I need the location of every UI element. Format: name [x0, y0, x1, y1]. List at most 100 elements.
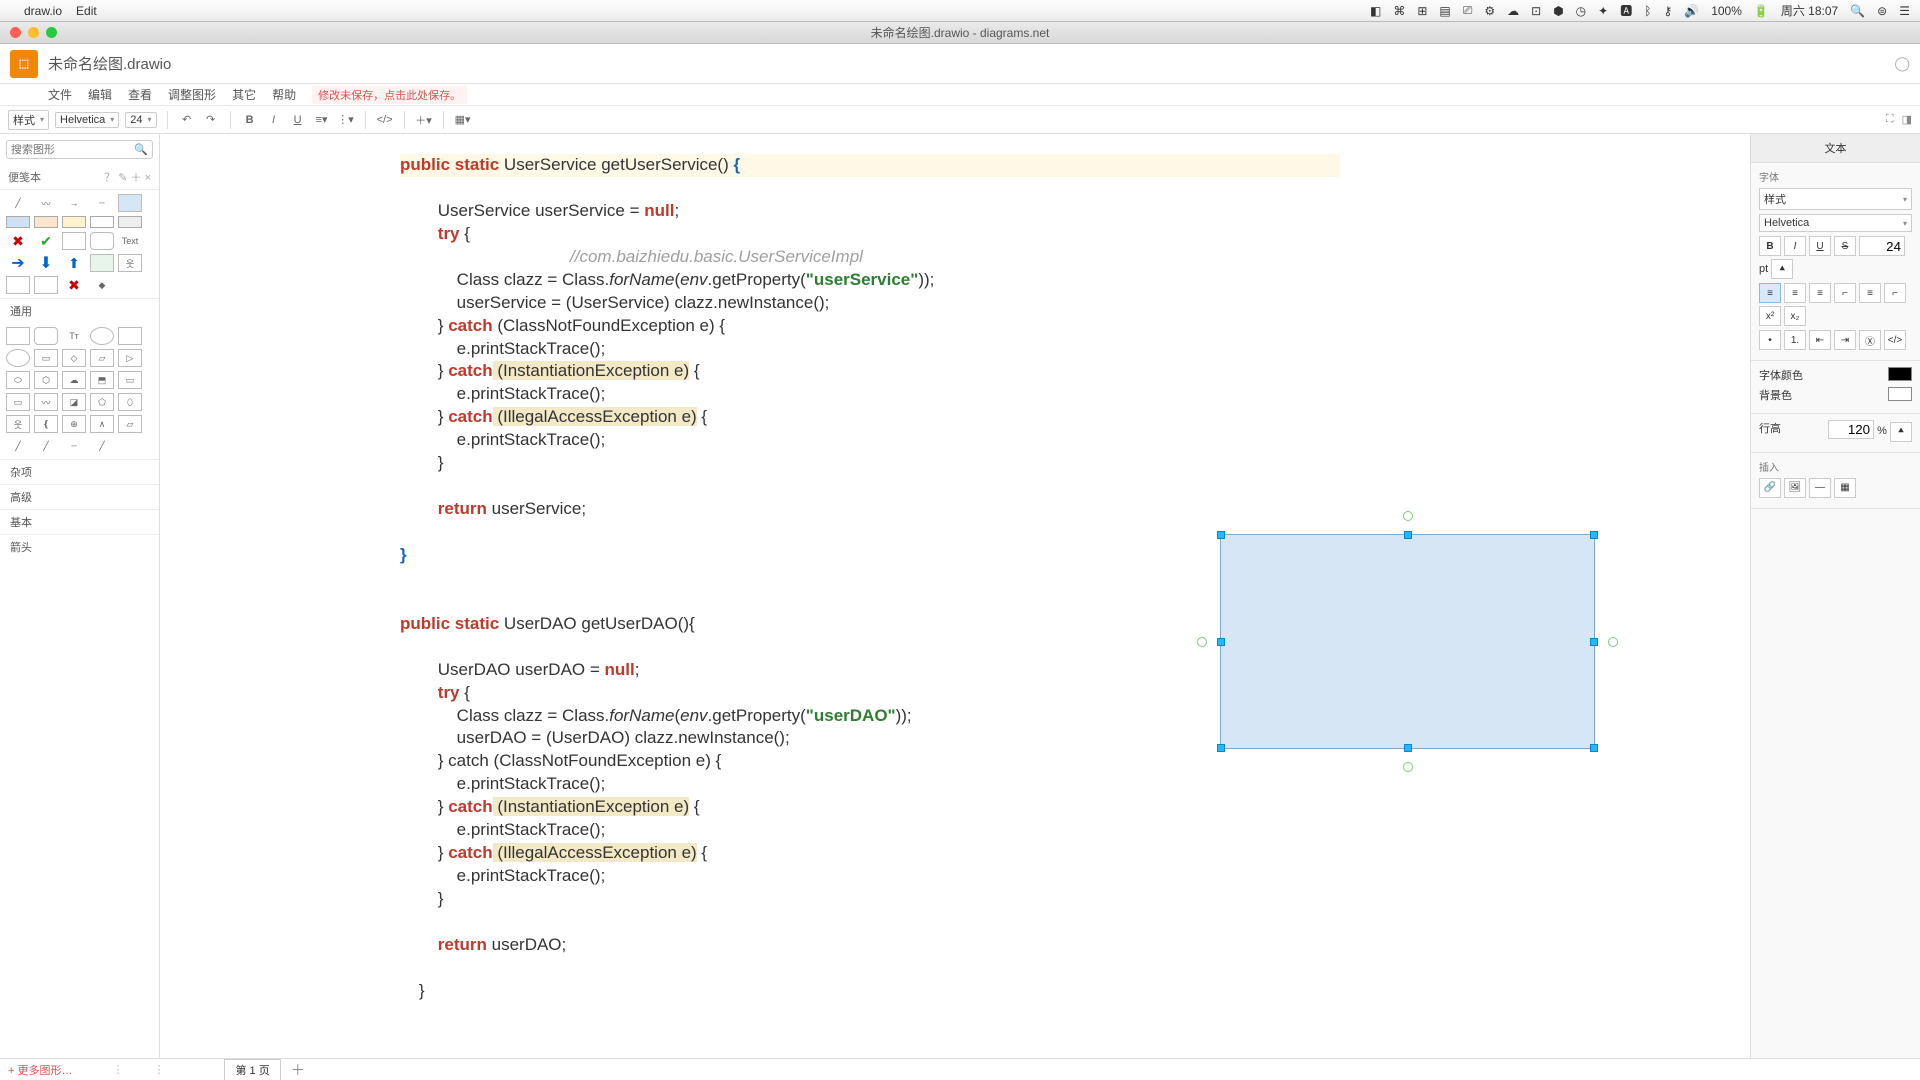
bold-toggle[interactable]: B	[1759, 236, 1781, 256]
more-shapes-link[interactable]: + 更多图形…	[8, 1062, 72, 1078]
menu-help[interactable]: 帮助	[272, 86, 296, 103]
page-tab-1[interactable]: 第 1 页	[224, 1059, 280, 1080]
shape-note[interactable]	[34, 276, 58, 294]
shape-rounded[interactable]	[90, 232, 114, 250]
gshape-cylinder[interactable]: ⬭	[6, 371, 30, 389]
status-icon[interactable]: ▤	[1439, 4, 1450, 18]
gshape-text[interactable]: Tᴛ	[62, 327, 86, 345]
pages-menu[interactable]: ⋮	[153, 1063, 164, 1076]
search-shapes[interactable]: 🔍	[6, 140, 153, 159]
account-icon[interactable]: ◯	[1894, 55, 1910, 72]
format-panel-icon[interactable]: ◨	[1902, 113, 1912, 126]
resize-handle-tl[interactable]	[1217, 531, 1225, 539]
shape-arrow-right[interactable]: ➔	[6, 254, 30, 272]
style-select[interactable]: 样式	[8, 110, 49, 130]
volume-icon[interactable]: 🔊	[1684, 4, 1699, 18]
gshape-circle[interactable]	[6, 349, 30, 367]
mac-edit[interactable]: Edit	[76, 4, 97, 18]
search-input[interactable]	[11, 144, 134, 156]
shape-rect-blue[interactable]	[118, 194, 142, 212]
indent-inc[interactable]: ⇥	[1834, 330, 1856, 350]
insert-image[interactable]: 🖼	[1784, 478, 1806, 498]
halign-left[interactable]: ≡	[1759, 283, 1781, 303]
gshape-hexagon[interactable]: ⬡	[34, 371, 58, 389]
gshape-actor2[interactable]: 웃	[6, 415, 30, 433]
shape-actor[interactable]: 웃	[118, 254, 142, 272]
lineheight-stepper[interactable]: ⯅	[1890, 422, 1912, 442]
gshape-card2[interactable]: ▭	[6, 393, 30, 411]
selected-rectangle-shape[interactable]	[1220, 534, 1595, 749]
battery-icon[interactable]: 🔋	[1754, 4, 1769, 18]
status-icon[interactable]: ⚙	[1484, 4, 1495, 18]
halign-right[interactable]: ≡	[1809, 283, 1831, 303]
insert-table[interactable]: ▦	[1834, 478, 1856, 498]
spotlight-icon[interactable]: 🔍	[1850, 4, 1865, 18]
status-icon[interactable]: ⌘	[1393, 4, 1405, 18]
status-icon[interactable]: ✦	[1598, 4, 1608, 18]
gshape-and[interactable]: ∧	[90, 415, 114, 433]
status-icon[interactable]: ◷	[1576, 4, 1586, 18]
category-arrow[interactable]: 箭头	[0, 534, 159, 559]
resize-handle-tr[interactable]	[1590, 531, 1598, 539]
shape-rect[interactable]	[62, 232, 86, 250]
resize-handle-br[interactable]	[1590, 744, 1598, 752]
bgcolor-swatch[interactable]	[1888, 387, 1912, 401]
gshape-rect[interactable]	[6, 327, 30, 345]
wifi-icon[interactable]: ⚷	[1663, 4, 1672, 18]
status-icon[interactable]: ⊡	[1531, 4, 1541, 18]
menu-extras[interactable]: 其它	[232, 86, 256, 103]
shape-text[interactable]: Text	[118, 232, 142, 250]
minimize-icon[interactable]	[28, 27, 39, 38]
redo-button[interactable]: ↷	[202, 111, 220, 129]
align-button[interactable]: ≡▾	[313, 111, 331, 129]
shape-card[interactable]	[6, 276, 30, 294]
gshape-dline[interactable]: ┄	[62, 437, 86, 455]
italic-toggle[interactable]: I	[1784, 236, 1806, 256]
zoom-icon[interactable]	[46, 27, 57, 38]
shape-check[interactable]: ✔	[34, 232, 58, 250]
gshape-triangle[interactable]: ▷	[118, 349, 142, 367]
gshape-curly[interactable]: ❴	[34, 415, 58, 433]
gshape-cloud[interactable]: ☁	[62, 371, 86, 389]
scratchpad-header[interactable]: 便笺本 ？ ✎ ＋ ×	[0, 165, 159, 190]
resize-handle-mr[interactable]	[1590, 638, 1598, 646]
underline-button[interactable]: U	[289, 111, 307, 129]
shape-line[interactable]: ╱	[6, 194, 30, 212]
list-bullet[interactable]: •	[1759, 330, 1781, 350]
swatch-white[interactable]	[90, 216, 114, 228]
fontsize-input[interactable]	[1859, 236, 1905, 256]
menu-view[interactable]: 查看	[128, 86, 152, 103]
shape-arrow-down[interactable]: ⬇	[34, 254, 58, 272]
status-icon[interactable]: ◧	[1370, 4, 1381, 18]
list-number[interactable]: 1.	[1784, 330, 1806, 350]
gshape-ellipse[interactable]	[90, 327, 114, 345]
search-icon[interactable]: 🔍	[134, 143, 148, 156]
gshape-line2[interactable]: ╱	[34, 437, 58, 455]
gshape-diamond[interactable]: ◇	[62, 349, 86, 367]
shape-curve[interactable]: 〰	[34, 194, 58, 212]
shape-x2[interactable]: ✖	[62, 276, 86, 294]
status-icon[interactable]: ⎚	[1463, 3, 1473, 18]
clear-format[interactable]: Ⓧ	[1859, 330, 1881, 350]
notification-icon[interactable]: ☰	[1899, 4, 1910, 18]
shape-arrow-line[interactable]: →	[62, 194, 86, 212]
table-button[interactable]: ▦▾	[454, 111, 472, 129]
menu-edit[interactable]: 编辑	[88, 86, 112, 103]
resize-handle-bl[interactable]	[1217, 744, 1225, 752]
fullscreen-icon[interactable]: ⛶	[1886, 113, 1894, 126]
resize-handle-tm[interactable]	[1404, 531, 1412, 539]
gshape-data[interactable]: ▱	[118, 415, 142, 433]
gshape-line3[interactable]: ╱	[90, 437, 114, 455]
swatch-yellow[interactable]	[62, 216, 86, 228]
category-advanced[interactable]: 高级	[0, 484, 159, 509]
gshape-document[interactable]: ▭	[118, 371, 142, 389]
swatch-gray[interactable]	[118, 216, 142, 228]
font-select[interactable]: Helvetica	[55, 112, 119, 128]
shape-x[interactable]: ✖	[6, 232, 30, 250]
gshape-parallel[interactable]: ▱	[90, 349, 114, 367]
italic-button[interactable]: I	[265, 111, 283, 129]
menu-file[interactable]: 文件	[48, 86, 72, 103]
category-general[interactable]: 通用	[0, 298, 159, 323]
style-dropdown[interactable]: 样式	[1759, 188, 1912, 210]
superscript-toggle[interactable]: x²	[1759, 306, 1781, 326]
